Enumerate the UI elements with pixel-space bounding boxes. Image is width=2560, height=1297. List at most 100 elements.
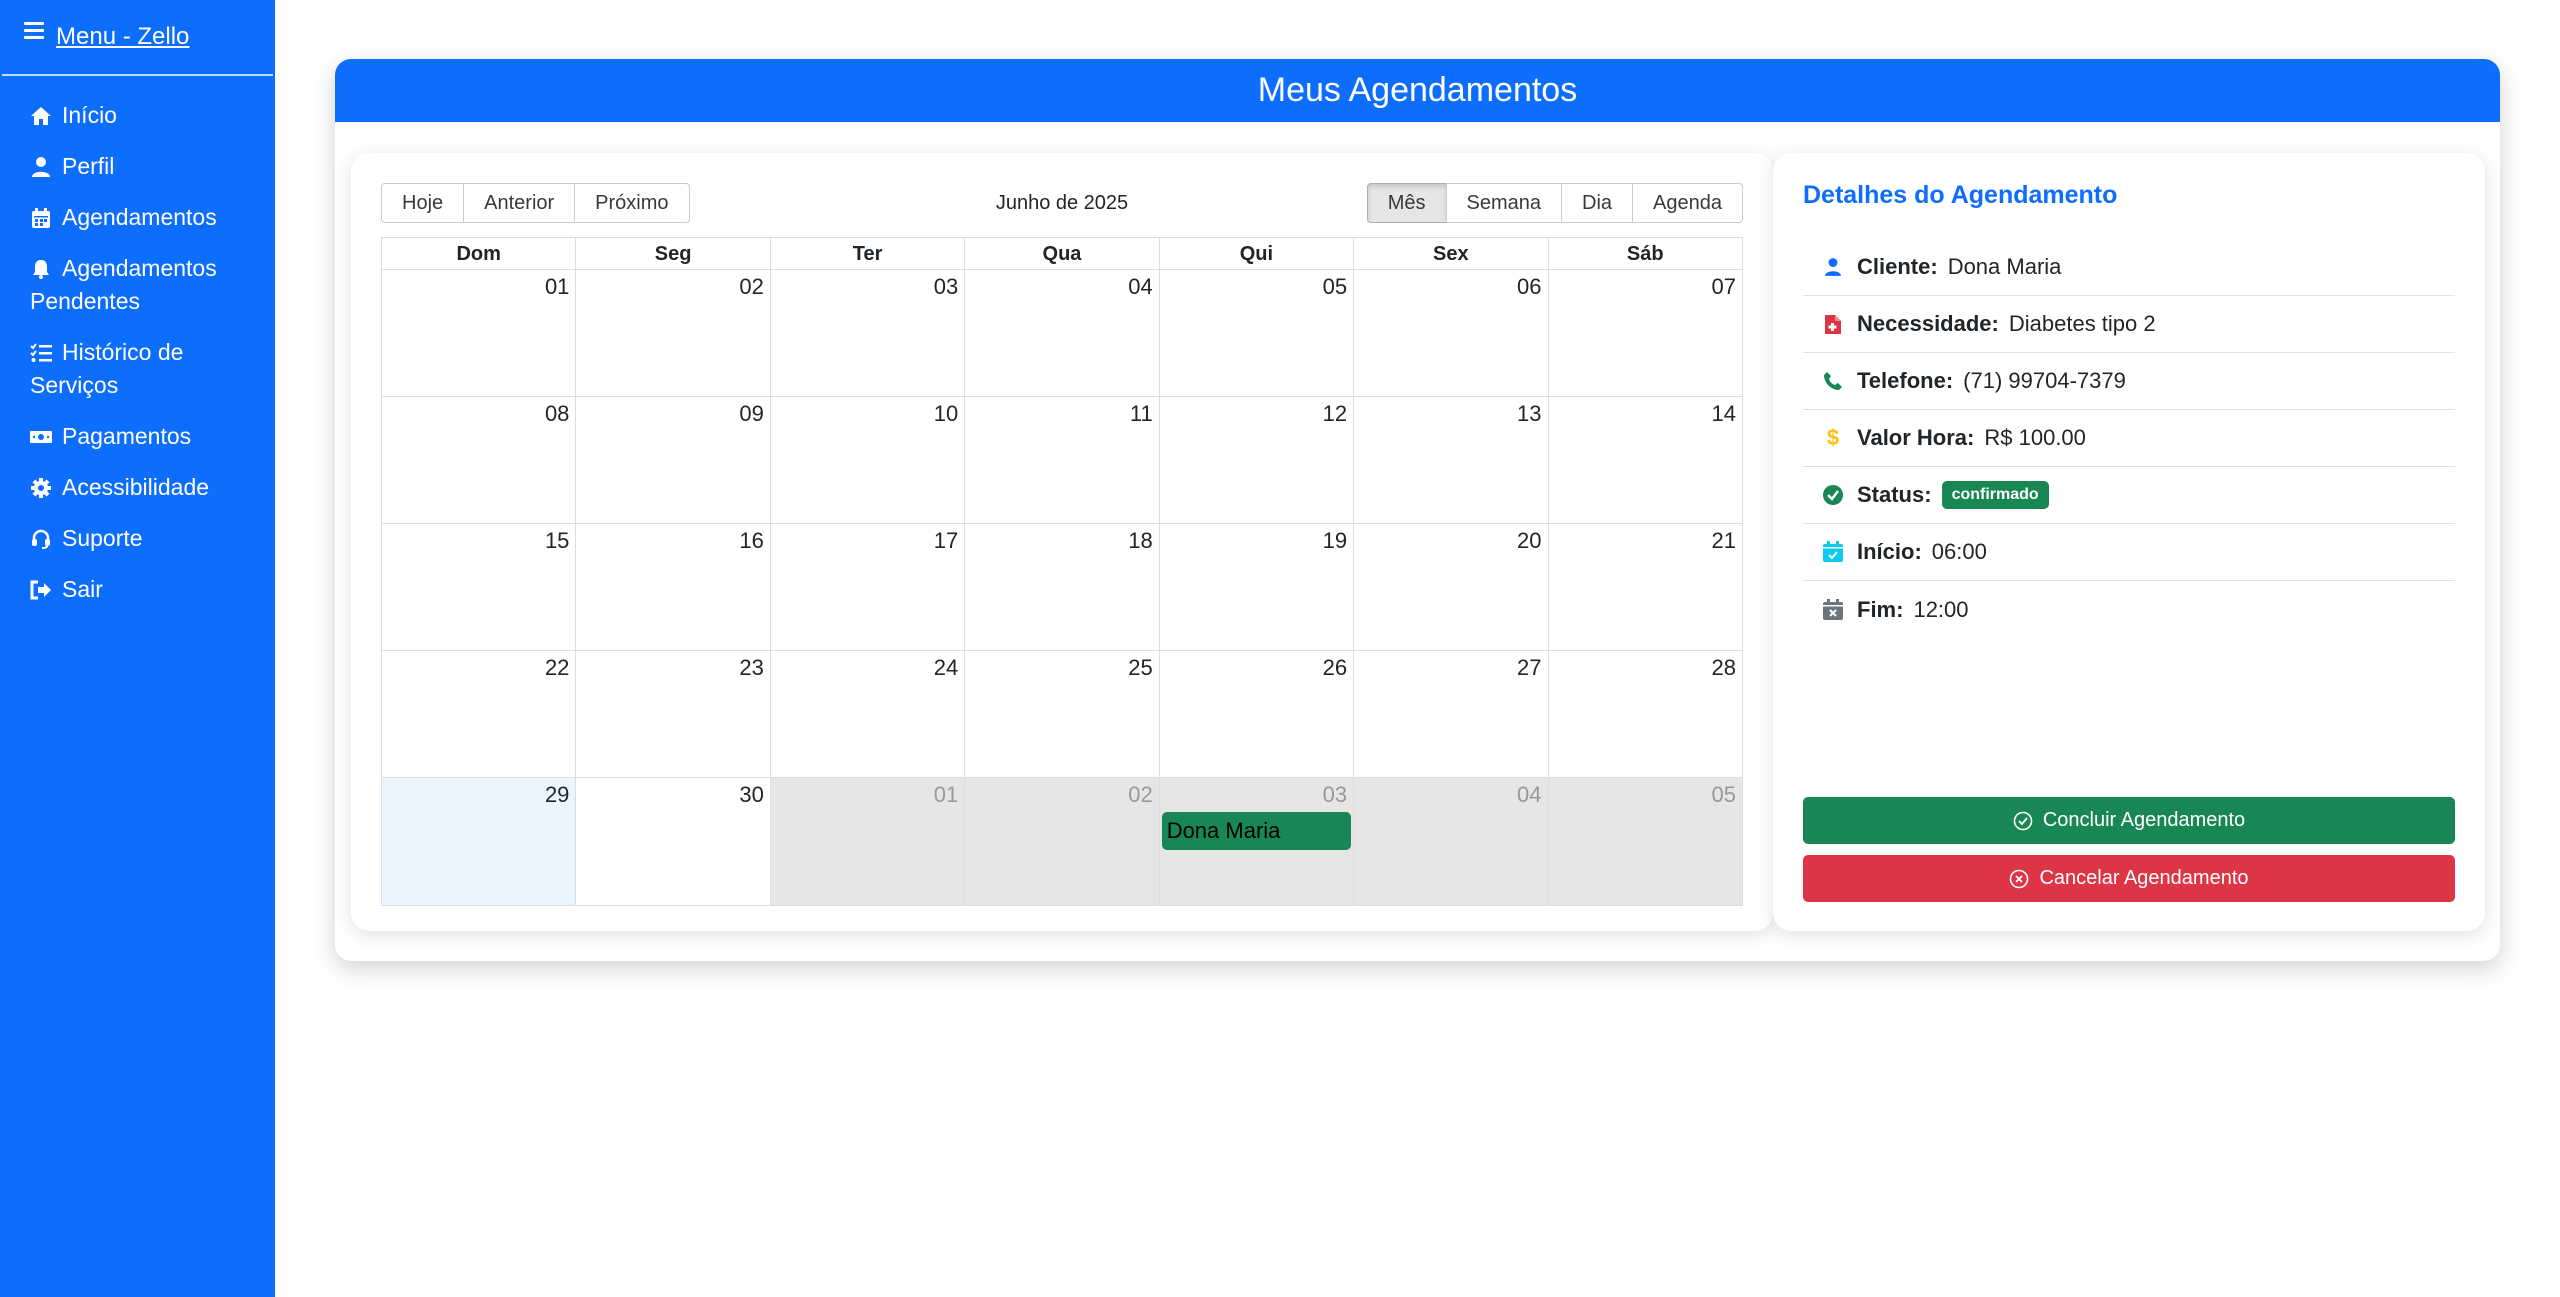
day-cell[interactable]: 24 bbox=[769, 651, 964, 777]
day-cell[interactable]: 01 bbox=[382, 270, 575, 396]
complete-appointment-button[interactable]: Concluir Agendamento bbox=[1803, 797, 2455, 844]
sidebar-item-suporte[interactable]: Suporte bbox=[0, 513, 275, 564]
day-number[interactable]: 13 bbox=[1517, 401, 1541, 427]
detail-label: Valor Hora: bbox=[1857, 425, 1975, 450]
day-number[interactable]: 06 bbox=[1517, 274, 1541, 300]
weekday-label: Sáb bbox=[1547, 238, 1742, 269]
sidebar-item-perfil[interactable]: Perfil bbox=[0, 141, 275, 192]
day-cell-today[interactable]: 29 bbox=[382, 778, 576, 905]
day-cell[interactable]: 05 bbox=[1158, 270, 1353, 396]
day-number[interactable]: 24 bbox=[934, 655, 958, 681]
sidebar-item-label: Suporte bbox=[62, 525, 143, 551]
day-number[interactable]: 08 bbox=[545, 401, 569, 427]
day-number[interactable]: 01 bbox=[545, 274, 569, 300]
day-cell[interactable]: 16 bbox=[575, 524, 769, 650]
day-cell[interactable]: 21 bbox=[1547, 524, 1742, 650]
day-number[interactable]: 21 bbox=[1711, 528, 1735, 554]
day-cell-off-range[interactable]: 03 Dona Maria bbox=[1158, 778, 1354, 905]
day-number[interactable]: 03 bbox=[1323, 782, 1347, 808]
sidebar-item-acessibilidade[interactable]: Acessibilidade bbox=[0, 462, 275, 513]
day-cell-off-range[interactable]: 04 bbox=[1353, 778, 1548, 905]
day-cell[interactable]: 07 bbox=[1547, 270, 1742, 396]
day-number[interactable]: 23 bbox=[739, 655, 763, 681]
day-cell-off-range[interactable]: 05 bbox=[1547, 778, 1742, 905]
day-number[interactable]: 05 bbox=[1323, 274, 1347, 300]
day-cell[interactable]: 27 bbox=[1353, 651, 1547, 777]
day-number[interactable]: 10 bbox=[934, 401, 958, 427]
logout-icon bbox=[30, 573, 52, 606]
button-label: Concluir Agendamento bbox=[2042, 809, 2246, 831]
day-cell[interactable]: 19 bbox=[1158, 524, 1353, 650]
day-cell[interactable]: 15 bbox=[382, 524, 575, 650]
day-number[interactable]: 26 bbox=[1323, 655, 1347, 681]
view-month-button[interactable]: Mês bbox=[1366, 183, 1447, 223]
next-button[interactable]: Próximo bbox=[574, 183, 690, 223]
day-cell[interactable]: 26 bbox=[1158, 651, 1353, 777]
day-number[interactable]: 18 bbox=[1128, 528, 1152, 554]
previous-button[interactable]: Anterior bbox=[463, 183, 576, 223]
day-cell[interactable]: 23 bbox=[575, 651, 769, 777]
day-cell[interactable]: 02 bbox=[575, 270, 769, 396]
check-circle-icon bbox=[1821, 483, 1845, 507]
detail-valor-hora: $ Valor Hora: R$ 100.00 bbox=[1803, 410, 2455, 467]
day-number[interactable]: 29 bbox=[545, 782, 569, 808]
day-number[interactable]: 05 bbox=[1711, 782, 1735, 808]
day-number[interactable]: 30 bbox=[739, 782, 763, 808]
day-cell[interactable]: 20 bbox=[1353, 524, 1547, 650]
day-number[interactable]: 19 bbox=[1323, 528, 1347, 554]
day-number[interactable]: 03 bbox=[934, 274, 958, 300]
calendar-event[interactable]: Dona Maria bbox=[1161, 812, 1352, 850]
day-number[interactable]: 12 bbox=[1323, 401, 1347, 427]
day-cell[interactable]: 13 bbox=[1353, 397, 1547, 523]
day-cell[interactable]: 11 bbox=[964, 397, 1158, 523]
day-cell[interactable]: 04 bbox=[964, 270, 1158, 396]
day-cell[interactable]: 28 bbox=[1547, 651, 1742, 777]
day-number[interactable]: 04 bbox=[1517, 782, 1541, 808]
day-number[interactable]: 04 bbox=[1128, 274, 1152, 300]
view-agenda-button[interactable]: Agenda bbox=[1632, 183, 1743, 223]
day-number[interactable]: 22 bbox=[545, 655, 569, 681]
day-number[interactable]: 01 bbox=[934, 782, 958, 808]
day-number[interactable]: 14 bbox=[1711, 401, 1735, 427]
day-cell[interactable]: 08 bbox=[382, 397, 575, 523]
day-cell[interactable]: 25 bbox=[964, 651, 1158, 777]
day-cell[interactable]: 03 bbox=[769, 270, 964, 396]
day-cell[interactable]: 14 bbox=[1547, 397, 1742, 523]
day-cell-off-range[interactable]: 01 bbox=[769, 778, 965, 905]
sidebar-item-agendamentos-pendentes[interactable]: Agendamentos Pendentes bbox=[0, 243, 275, 327]
day-number[interactable]: 07 bbox=[1711, 274, 1735, 300]
view-day-button[interactable]: Dia bbox=[1561, 183, 1634, 223]
day-cell[interactable]: 06 bbox=[1353, 270, 1547, 396]
day-number[interactable]: 20 bbox=[1517, 528, 1541, 554]
sidebar-item-pagamentos[interactable]: Pagamentos bbox=[0, 411, 275, 462]
sidebar-item-label: Agendamentos bbox=[62, 204, 217, 230]
day-number[interactable]: 02 bbox=[1128, 782, 1152, 808]
day-number[interactable]: 25 bbox=[1128, 655, 1152, 681]
day-cell[interactable]: 09 bbox=[575, 397, 769, 523]
day-cell[interactable]: 22 bbox=[382, 651, 575, 777]
day-number[interactable]: 15 bbox=[545, 528, 569, 554]
day-number[interactable]: 27 bbox=[1517, 655, 1541, 681]
view-week-button[interactable]: Semana bbox=[1445, 183, 1563, 223]
day-number[interactable]: 28 bbox=[1711, 655, 1735, 681]
day-number[interactable]: 17 bbox=[934, 528, 958, 554]
day-number[interactable]: 09 bbox=[739, 401, 763, 427]
sidebar-item-historico[interactable]: Histórico de Serviços bbox=[0, 327, 275, 411]
sidebar-brand[interactable]: Menu - Zello bbox=[2, 0, 273, 76]
day-cell[interactable]: 10 bbox=[769, 397, 964, 523]
day-cell[interactable]: 12 bbox=[1158, 397, 1353, 523]
sidebar-item-inicio[interactable]: Início bbox=[0, 90, 275, 141]
sidebar-item-sair[interactable]: Sair bbox=[0, 564, 275, 615]
today-button[interactable]: Hoje bbox=[381, 183, 465, 223]
day-number[interactable]: 16 bbox=[739, 528, 763, 554]
day-number[interactable]: 11 bbox=[1130, 401, 1153, 427]
day-cell[interactable]: 30 bbox=[575, 778, 769, 905]
day-number[interactable]: 02 bbox=[739, 274, 763, 300]
sidebar-item-agendamentos[interactable]: Agendamentos bbox=[0, 192, 275, 243]
menu-title-link[interactable]: Menu - Zello bbox=[56, 23, 189, 51]
day-cell-off-range[interactable]: 02 bbox=[964, 778, 1159, 905]
cancel-appointment-button[interactable]: Cancelar Agendamento bbox=[1803, 855, 2455, 902]
day-cell[interactable]: 18 bbox=[964, 524, 1158, 650]
day-cell[interactable]: 17 bbox=[769, 524, 964, 650]
hamburger-icon[interactable] bbox=[24, 18, 44, 43]
